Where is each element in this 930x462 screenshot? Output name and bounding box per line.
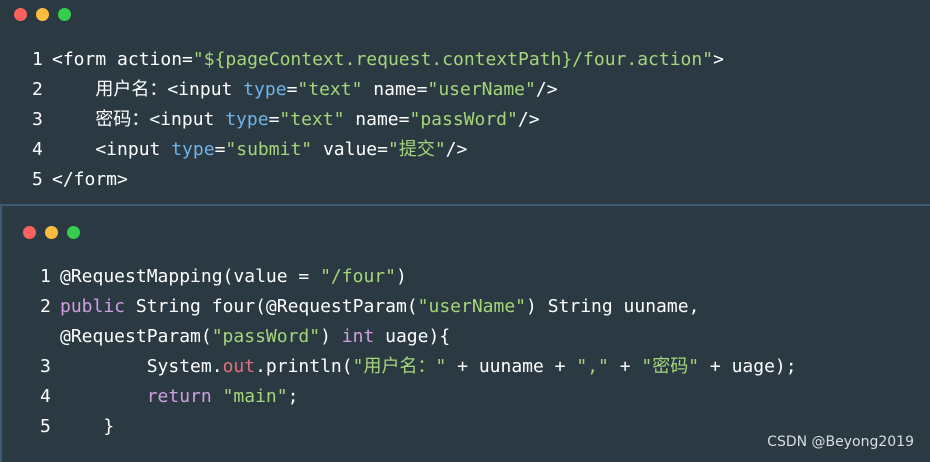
line-number: 2	[32, 79, 43, 100]
line-number: 3	[32, 109, 43, 130]
window-controls	[14, 8, 71, 21]
line-source: 用户名：<input type="text" name="userName"/>	[52, 77, 558, 103]
code-token: "text"	[279, 109, 345, 130]
line-source: public String four(@RequestParam("userNa…	[60, 294, 699, 320]
code-line: 4 return "main";	[2, 384, 930, 414]
code-token: "userName"	[427, 79, 536, 100]
code-line: 2 public String four(@RequestParam("userN…	[2, 294, 930, 324]
code-token: />	[517, 109, 540, 130]
code-token: name=	[344, 109, 410, 130]
code-token: "userName"	[417, 296, 527, 317]
line-source: 密码：<input type="text" name="passWord"/>	[52, 107, 540, 133]
line-number: 5	[40, 416, 51, 437]
code-line: 4 <input type="submit" value="提交"/>	[0, 137, 930, 167]
code-token: public	[60, 296, 126, 317]
code-token: <form action=	[52, 49, 193, 70]
code-token: int	[341, 326, 375, 347]
code-token: >	[713, 49, 724, 70]
code-token: type	[243, 79, 287, 100]
code-token: name=	[362, 79, 428, 100]
code-token: )	[395, 266, 407, 287]
line-number: 5	[32, 169, 43, 190]
close-dot-icon	[23, 226, 36, 239]
minimize-dot-icon	[36, 8, 49, 21]
code-token: "submit"	[225, 139, 313, 160]
code-token: uage){	[374, 326, 451, 347]
code-token: + uuname +	[446, 356, 577, 377]
line-source: </form>	[52, 167, 128, 193]
code-block-html: 1 <form action="${pageContext.request.con…	[0, 0, 930, 204]
code-token: </form>	[52, 169, 128, 190]
code-token: "用户名："	[352, 356, 447, 377]
code-token: String four(@RequestParam(	[125, 296, 418, 317]
line-number: 2	[40, 296, 51, 317]
code-token: type	[171, 139, 215, 160]
code-token: return	[146, 386, 212, 407]
code-token: + uage);	[699, 356, 797, 377]
line-number: 4	[40, 386, 51, 407]
maximize-dot-icon	[58, 8, 71, 21]
code-token: value=	[312, 139, 388, 160]
code-token: =	[286, 79, 298, 100]
line-source: }	[60, 414, 114, 440]
code-token: @RequestMapping(value =	[60, 266, 321, 287]
code-token: System.	[60, 356, 223, 377]
code-token: @RequestParam(	[60, 326, 212, 347]
code-token: "main"	[222, 386, 288, 407]
line-source: System.out.println("用户名：" + uuname + ","…	[60, 354, 797, 380]
code-token: ) String uuname,	[526, 296, 700, 317]
code-line: 5 </form>	[0, 167, 930, 197]
code-token: "text"	[297, 79, 363, 100]
window-controls	[23, 226, 80, 239]
code-token: "密码"	[641, 356, 700, 377]
code-token: ;	[287, 386, 299, 407]
close-dot-icon	[14, 8, 27, 21]
code-token: />	[445, 139, 468, 160]
line-number: 1	[40, 266, 51, 287]
line-number: 1	[32, 49, 43, 70]
code-token: "提交"	[387, 139, 446, 160]
code-token: )	[320, 326, 342, 347]
code-token: "${pageContext.request.contextPath}/four…	[192, 49, 714, 70]
line-source: return "main";	[60, 384, 299, 410]
code-lines: 1 <form action="${pageContext.request.con…	[0, 47, 930, 197]
maximize-dot-icon	[67, 226, 80, 239]
code-token: =	[214, 139, 226, 160]
code-token: "passWord"	[211, 326, 321, 347]
code-token: />	[535, 79, 558, 100]
code-token: .println(	[255, 356, 353, 377]
minimize-dot-icon	[45, 226, 58, 239]
line-source: @RequestMapping(value = "/four")	[60, 264, 407, 290]
code-token: "passWord"	[409, 109, 518, 130]
code-block-java: 1 @RequestMapping(value = "/four") 2 public…	[0, 206, 930, 462]
code-token: 用户名：<input	[52, 79, 244, 100]
code-token: <input	[52, 139, 172, 160]
line-source: <form action="${pageContext.request.cont…	[52, 47, 724, 73]
code-lines: 1 @RequestMapping(value = "/four") 2 public…	[2, 264, 930, 444]
code-token: +	[608, 356, 642, 377]
code-line: 2 用户名：<input type="text" name="userName"…	[0, 77, 930, 107]
code-line: @RequestParam("passWord") int uage){	[2, 324, 930, 354]
code-token: ","	[576, 356, 609, 377]
code-line: 3 密码：<input type="text" name="passWord"/…	[0, 107, 930, 137]
code-token: type	[225, 109, 269, 130]
code-token: out	[222, 356, 256, 377]
code-token: 密码：<input	[52, 109, 226, 130]
line-number: 4	[32, 139, 43, 160]
code-token: }	[60, 416, 115, 437]
line-source: @RequestParam("passWord") int uage){	[60, 324, 450, 350]
line-number: 3	[40, 356, 51, 377]
code-line: 1 @RequestMapping(value = "/four")	[2, 264, 930, 294]
code-line: 3 System.out.println("用户名：" + uuname + "…	[2, 354, 930, 384]
watermark: CSDN @Beyong2019	[767, 434, 914, 450]
code-line: 1 <form action="${pageContext.request.con…	[0, 47, 930, 77]
code-token: =	[268, 109, 280, 130]
code-token: "/four"	[320, 266, 396, 287]
line-source: <input type="submit" value="提交"/>	[52, 137, 467, 163]
